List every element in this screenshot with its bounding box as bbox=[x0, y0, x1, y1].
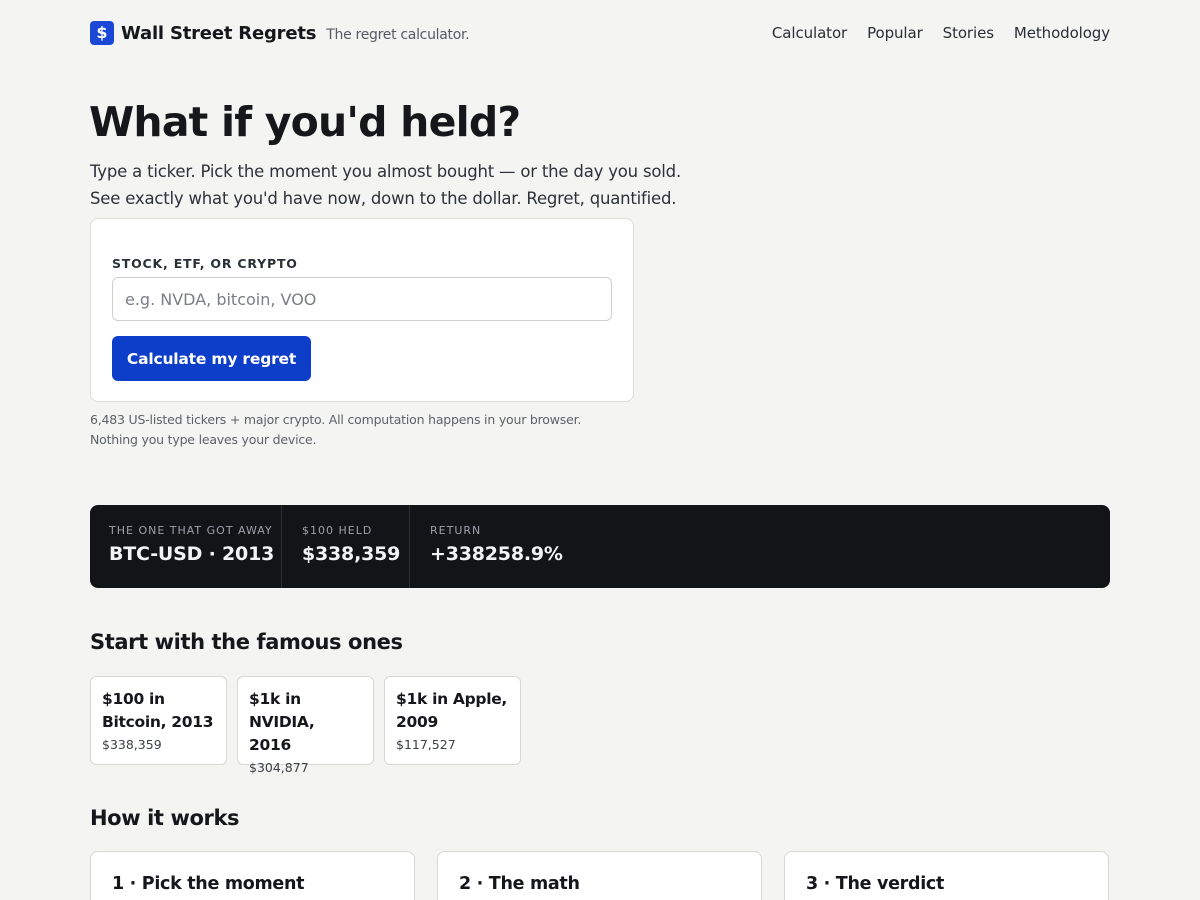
famous-card-value: $338,359 bbox=[102, 737, 162, 752]
stat-got-away: THE ONE THAT GOT AWAY BTC-USD · 2013 bbox=[90, 505, 281, 588]
privacy-note: 6,483 US-listed tickers + major crypto. … bbox=[90, 410, 581, 450]
famous-list: $100 in Bitcoin, 2013 $338,359 $1k in NV… bbox=[90, 676, 531, 775]
dollar-logo-icon: $ bbox=[90, 21, 114, 45]
calculator-form: STOCK, ETF, OR CRYPTO Calculate my regre… bbox=[90, 218, 634, 402]
famous-card-title-line: $100 in bbox=[102, 690, 165, 708]
stat-label: $100 HELD bbox=[302, 524, 373, 537]
famous-card-title-line: 2016 bbox=[249, 736, 291, 754]
site-header: $ Wall Street Regrets The regret calcula… bbox=[90, 18, 1110, 48]
calculate-button[interactable]: Calculate my regret bbox=[112, 336, 311, 381]
famous-card-title-line: 2009 bbox=[396, 713, 438, 731]
how-step-3: 3 · The verdict bbox=[784, 851, 1109, 900]
how-step-title: 1 · Pick the moment bbox=[112, 874, 305, 894]
famous-card-apple[interactable]: $1k in Apple, 2009 $117,527 bbox=[384, 676, 521, 765]
privacy-note-line-1: 6,483 US-listed tickers + major crypto. … bbox=[90, 412, 582, 427]
famous-section-title: Start with the famous ones bbox=[90, 630, 403, 654]
stat-label: THE ONE THAT GOT AWAY bbox=[109, 524, 273, 537]
privacy-note-line-2: Nothing you type leaves your device. bbox=[90, 432, 317, 447]
brand[interactable]: $ Wall Street Regrets The regret calcula… bbox=[90, 21, 470, 45]
how-steps: 1 · Pick the moment 2 · The math 3 · The… bbox=[90, 851, 1109, 900]
stat-label: RETURN bbox=[430, 524, 482, 537]
how-step-1: 1 · Pick the moment bbox=[90, 851, 415, 900]
nav-popular[interactable]: Popular bbox=[867, 24, 923, 42]
famous-card-value: $117,527 bbox=[396, 737, 456, 752]
famous-card-title: $100 in Bitcoin, 2013 bbox=[102, 688, 215, 734]
ticker-label: STOCK, ETF, OR CRYPTO bbox=[112, 256, 298, 271]
famous-card-title: $1k in NVIDIA, 2016 bbox=[249, 688, 362, 757]
nav-calculator[interactable]: Calculator bbox=[772, 24, 847, 42]
brand-name: Wall Street Regrets bbox=[121, 22, 317, 44]
how-section-title: How it works bbox=[90, 806, 240, 830]
ticker-input[interactable] bbox=[112, 277, 612, 321]
nav-methodology[interactable]: Methodology bbox=[1014, 24, 1110, 42]
famous-card-nvidia[interactable]: $1k in NVIDIA, 2016 $304,877 bbox=[237, 676, 374, 775]
stat-value: $338,359 bbox=[302, 543, 401, 565]
how-step-2: 2 · The math bbox=[437, 851, 762, 900]
stat-return: RETURN +338258.9% bbox=[409, 505, 589, 588]
tagline: The regret calculator. bbox=[326, 26, 470, 43]
highlight-banner: THE ONE THAT GOT AWAY BTC-USD · 2013 $10… bbox=[90, 505, 1110, 588]
main-nav: Calculator Popular Stories Methodology bbox=[752, 24, 1110, 42]
famous-card-title: $1k in Apple, 2009 bbox=[396, 688, 509, 734]
famous-card-bitcoin[interactable]: $100 in Bitcoin, 2013 $338,359 bbox=[90, 676, 227, 765]
famous-card-title-line: Bitcoin, 2013 bbox=[102, 713, 214, 731]
famous-card-title-line: $1k in NVIDIA, bbox=[249, 690, 315, 731]
famous-card-title-line: $1k in Apple, bbox=[396, 690, 508, 708]
how-step-title: 3 · The verdict bbox=[806, 874, 945, 894]
hero-subtitle: Type a ticker. Pick the moment you almos… bbox=[90, 158, 681, 212]
stat-held: $100 HELD $338,359 bbox=[281, 505, 409, 588]
nav-stories[interactable]: Stories bbox=[943, 24, 994, 42]
stat-value: +338258.9% bbox=[430, 543, 563, 565]
stat-value: BTC-USD · 2013 bbox=[109, 543, 275, 565]
page: $ Wall Street Regrets The regret calcula… bbox=[0, 0, 1200, 900]
page-title: What if you'd held? bbox=[89, 98, 521, 146]
famous-card-value: $304,877 bbox=[249, 760, 309, 775]
hero-subtitle-line-1: Type a ticker. Pick the moment you almos… bbox=[90, 162, 681, 181]
hero-subtitle-line-2: See exactly what you'd have now, down to… bbox=[90, 189, 677, 208]
how-step-title: 2 · The math bbox=[459, 874, 580, 894]
